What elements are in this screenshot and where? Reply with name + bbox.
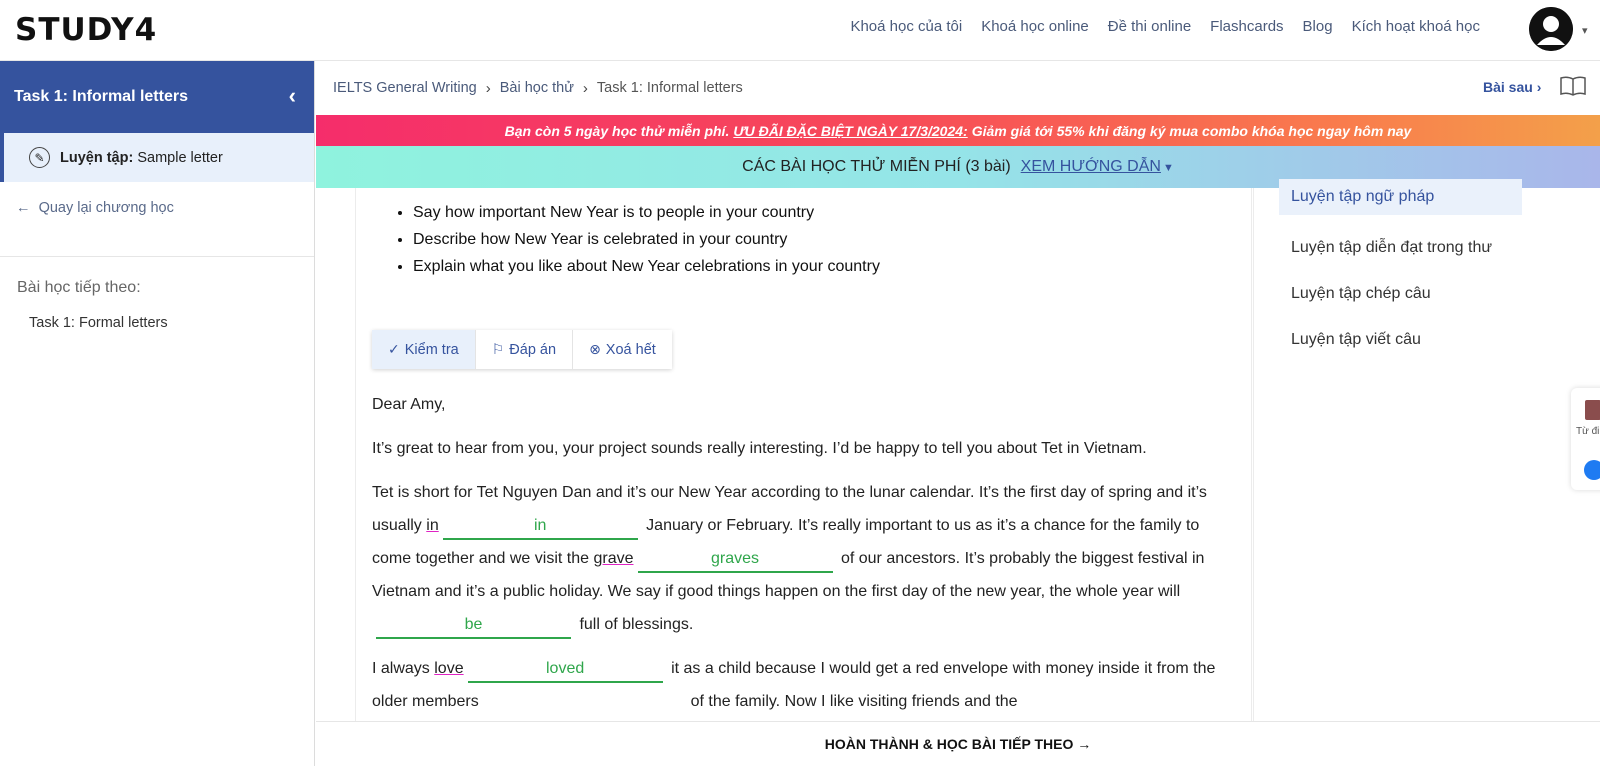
answer-label: Đáp án [509, 341, 557, 358]
panel-item-write[interactable]: Luyện tập viết câu [1254, 317, 1600, 363]
user-answer: love [434, 660, 464, 677]
answer-blank[interactable]: in [442, 514, 638, 540]
arrow-left-icon: ← [16, 200, 31, 216]
check-circle-icon: ✓ [388, 341, 400, 357]
avatar[interactable] [1529, 7, 1573, 51]
book-icon[interactable] [1560, 76, 1586, 96]
top-nav: STUDY4 Khoá học của tôi Khoá học online … [0, 0, 1600, 61]
panel-item-grammar[interactable]: Luyện tập ngữ pháp [1279, 179, 1522, 215]
paragraph: Tet is short for Tet Nguyen Dan and it’s… [372, 476, 1242, 641]
collapse-icon[interactable]: ‹ [289, 83, 296, 109]
next-lesson-item[interactable]: Task 1: Formal letters [0, 297, 314, 331]
messenger-icon[interactable] [1584, 460, 1600, 480]
user-answer: in [426, 517, 439, 534]
chevron-right-icon: › [485, 79, 491, 97]
floating-widget: Từ đi [1571, 388, 1600, 490]
panel-item-copy[interactable]: Luyện tập chép câu [1254, 271, 1600, 317]
letter-passage: Dear Amy, It’s great to hear from you, y… [372, 388, 1242, 721]
breadcrumb-current: Task 1: Informal letters [596, 80, 743, 96]
close-circle-icon: ⊗ [589, 341, 601, 357]
task-bullets: Say how important New Year is to people … [413, 204, 880, 285]
breadcrumb-item[interactable]: IELTS General Writing [333, 80, 477, 96]
breadcrumb-item[interactable]: Bài học thử [500, 80, 574, 96]
chevron-down-icon[interactable]: ▾ [1582, 24, 1588, 37]
answer-blank[interactable]: graves [637, 547, 833, 573]
dictionary-icon[interactable] [1585, 400, 1600, 420]
sidebar-title: Task 1: Informal letters [14, 88, 188, 105]
back-link-label: Quay lại chương học [38, 200, 174, 216]
chevron-right-icon: › [582, 79, 588, 97]
answer-blank[interactable] [487, 704, 682, 706]
sidebar-item-label: Sample letter [137, 149, 223, 166]
promo-highlight: ƯU ĐÃI ĐẶC BIỆT NGÀY 17/3/2024: [733, 122, 968, 139]
panel-item-expression[interactable]: Luyện tập diễn đạt trong thư [1254, 225, 1600, 271]
breadcrumb: IELTS General Writing › Bài học thử › Ta… [316, 61, 1600, 115]
caret-down-icon: ▼ [1162, 162, 1174, 174]
main-content: Say how important New Year is to people … [316, 188, 1252, 721]
pencil-icon: ✎ [29, 147, 50, 168]
greeting: Dear Amy, [372, 396, 446, 413]
view-guide-link[interactable]: XEM HƯỚNG DẪN ▼ [1021, 158, 1174, 176]
sidebar-item-current[interactable]: ✎ Luyện tập: Sample letter [0, 133, 314, 182]
back-to-chapter-link[interactable]: ← Quay lại chương học [0, 182, 314, 257]
promo-suffix: Giảm giá tới 55% khi đăng ký mua combo k… [971, 122, 1412, 139]
nav-blog[interactable]: Blog [1303, 18, 1333, 35]
nav-online-tests[interactable]: Đề thi online [1108, 18, 1191, 35]
sidebar-item-prefix: Luyện tập: [60, 149, 134, 166]
paragraph: I always love loved it as a child because… [372, 652, 1242, 718]
logo[interactable]: STUDY4 [15, 12, 157, 48]
flag-icon: ⚐ [491, 341, 505, 357]
paragraph-text: I always [372, 660, 430, 677]
promo-banner[interactable]: Bạn còn 5 ngày học thử miễn phí. ƯU ĐÃI … [316, 115, 1600, 146]
free-lessons-text: CÁC BÀI HỌC THỬ MIỄN PHÍ (3 bài) [742, 158, 1011, 175]
paragraph-text: of the family. Now I like visiting frien… [690, 693, 1018, 710]
paragraph-text: full of blessings. [579, 616, 694, 633]
check-button[interactable]: ✓ Kiểm tra [372, 330, 476, 369]
right-panel: Luyện tập ngữ pháp Luyện tập diễn đạt tr… [1253, 179, 1600, 721]
clear-label: Xoá hết [605, 341, 656, 358]
clear-button[interactable]: ⊗ Xoá hết [573, 330, 672, 369]
chevron-right-icon: › [1536, 79, 1542, 95]
nav-flashcards[interactable]: Flashcards [1210, 18, 1283, 35]
list-item: Say how important New Year is to people … [413, 204, 880, 222]
user-answer: grave [593, 550, 634, 567]
nav-activate-course[interactable]: Kích hoạt khoá học [1352, 18, 1480, 35]
nav-links: Khoá học của tôi Khoá học online Đề thi … [850, 18, 1480, 35]
answer-blank[interactable]: be [376, 613, 571, 639]
sidebar-header: Task 1: Informal letters ‹ [0, 61, 314, 133]
exercise-card: Say how important New Year is to people … [355, 188, 1252, 721]
list-item: Describe how New Year is celebrated in y… [413, 231, 880, 249]
user-icon [1529, 7, 1573, 51]
nav-my-courses[interactable]: Khoá học của tôi [850, 18, 962, 35]
sidebar: Task 1: Informal letters ‹ ✎ Luyện tập: … [0, 61, 315, 766]
next-lesson-label: Bài sau [1483, 79, 1533, 95]
view-guide-label: XEM HƯỚNG DẪN [1020, 158, 1161, 175]
next-lesson-button[interactable]: Bài sau › [1483, 79, 1541, 95]
dictionary-label: Từ đi [1576, 426, 1600, 437]
answer-button[interactable]: ⚐ Đáp án [475, 330, 574, 369]
exercise-toolbar: ✓ Kiểm tra ⚐ Đáp án ⊗ Xoá hết [372, 330, 672, 369]
check-label: Kiểm tra [404, 341, 459, 358]
answer-blank[interactable]: loved [467, 657, 663, 683]
list-item: Explain what you like about New Year cel… [413, 258, 880, 276]
complete-next-button[interactable]: HOÀN THÀNH & HỌC BÀI TIẾP THEO → [316, 721, 1600, 766]
nav-online-courses[interactable]: Khoá học online [981, 18, 1089, 35]
next-lesson-heading: Bài học tiếp theo: [17, 279, 141, 296]
promo-prefix: Bạn còn 5 ngày học thử miễn phí. [504, 122, 730, 139]
paragraph: It’s great to hear from you, your projec… [372, 440, 1147, 457]
